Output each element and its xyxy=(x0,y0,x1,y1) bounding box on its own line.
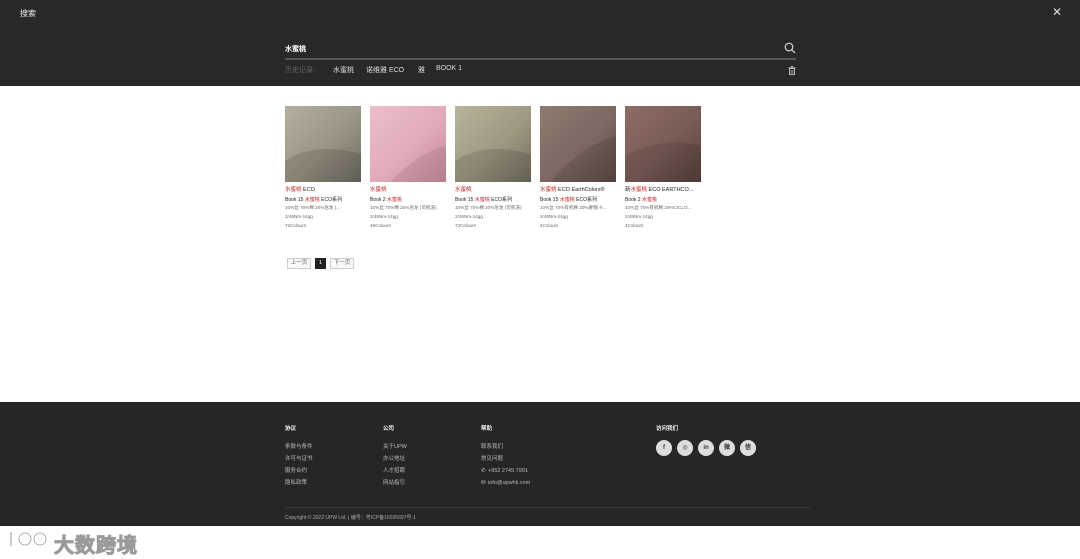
product-yarn-count: 2/48Nm-14gg xyxy=(455,214,483,219)
footer-link[interactable]: 网站指引 xyxy=(383,477,407,489)
product-composition: 10%丝 70%有机棉 20%奢锦 ®... xyxy=(540,205,607,210)
product-composition: 10%丝 70%棉 20%尼龙 (可机洗) xyxy=(370,205,437,210)
product-yarn-count: 2/48Nm-14gg xyxy=(370,214,398,219)
close-button[interactable]: ✕ xyxy=(1052,5,1062,19)
footer: 协议 条款与条件 许可与证书 服务合约 隐私政策 公司 关于UPW 办公地址 人… xyxy=(0,402,1080,526)
weibo-icon[interactable]: 微 xyxy=(719,440,735,456)
product-card[interactable]: 水蜜桃 Book 2 水蜜桃 10%丝 70%棉 20%尼龙 (可机洗) 2/4… xyxy=(370,106,446,230)
copyright: Copyright © 2022 UPW Ltd. | 编号：粤ICP备1603… xyxy=(285,515,416,521)
product-image[interactable] xyxy=(455,106,531,182)
prev-page-button[interactable]: 上一页 xyxy=(287,258,311,269)
instagram-icon[interactable]: ◎ xyxy=(677,440,693,456)
footer-heading: 帮助 xyxy=(481,426,493,432)
footer-link[interactable]: 隐私政策 xyxy=(285,477,313,489)
search-icon[interactable] xyxy=(784,42,796,54)
footer-link[interactable]: 联系我们 xyxy=(481,441,530,453)
footer-heading: 公司 xyxy=(383,426,395,432)
product-yarn-count: 2/48Nm-14gg xyxy=(625,214,653,219)
product-image[interactable] xyxy=(540,106,616,182)
product-name[interactable]: 水蜜桃 ECO xyxy=(285,185,361,193)
page-1-button[interactable]: 1 xyxy=(315,258,326,269)
product-name[interactable]: 新水蜜桃 ECO EARTHCO... xyxy=(625,185,701,193)
footer-column-help: 帮助 联系我们 常见问题 ✆ +852 2745 7991 ✉ info@upwhk… xyxy=(481,424,530,489)
wechat-icon[interactable]: 信 xyxy=(740,440,756,456)
product-image[interactable] xyxy=(370,106,446,182)
product-colours: 72Colours xyxy=(455,223,476,228)
product-book: Book 15 水蜜桃 ECO系列 xyxy=(285,197,342,203)
product-colours: 48Colours xyxy=(370,223,391,228)
product-yarn-count: 2/48Nm-14gg xyxy=(285,214,313,219)
search-input[interactable] xyxy=(285,42,765,56)
footer-link[interactable]: 条款与条件 xyxy=(285,441,313,453)
footer-column-company: 公司 关于UPW 办公地址 人才招聘 网站指引 xyxy=(383,424,407,489)
product-book: Book 15 水蜜桃 ECO系列 xyxy=(540,197,597,203)
footer-link[interactable]: 关于UPW xyxy=(383,441,407,453)
search-panel: 搜索 ✕ 历史记录: 水蜜桃 诺维雅 ECO 雅 BOOK 1 xyxy=(0,0,1080,86)
linkedin-icon[interactable]: in xyxy=(698,440,714,456)
facebook-icon[interactable]: f xyxy=(656,440,672,456)
history-item[interactable]: 雅 xyxy=(418,65,425,75)
product-composition: 10%丝 70%棉 20%尼龙 (可机洗) xyxy=(455,205,522,210)
product-name[interactable]: 水蜜桃 xyxy=(455,185,531,193)
footer-link[interactable]: 服务合约 xyxy=(285,465,313,477)
product-composition: 10%丝 70%棉 20%尼龙 (... xyxy=(285,205,341,210)
history-item[interactable]: BOOK 1 xyxy=(436,65,462,72)
history-label: 历史记录: xyxy=(285,67,315,74)
trash-icon[interactable] xyxy=(788,66,796,75)
footer-link[interactable]: 常见问题 xyxy=(481,453,530,465)
product-colours: 72Colours xyxy=(285,223,306,228)
footer-column-social: 访问我们 xyxy=(656,424,678,441)
product-card[interactable]: 水蜜桃 ECO Book 15 水蜜桃 ECO系列 10%丝 70%棉 20%尼… xyxy=(285,106,361,230)
footer-email[interactable]: ✉ info@upwhk.com xyxy=(481,477,530,489)
footer-column-agreements: 协议 条款与条件 许可与证书 服务合约 隐私政策 xyxy=(285,424,313,489)
product-card[interactable]: 水蜜桃 ECO EarthColors® Book 15 水蜜桃 ECO系列 1… xyxy=(540,106,616,230)
product-yarn-count: 2/48Nm-14gg xyxy=(540,214,568,219)
next-page-button[interactable]: 下一页 xyxy=(330,258,354,269)
search-history: 历史记录: 水蜜桃 诺维雅 ECO 雅 BOOK 1 xyxy=(285,65,796,77)
footer-phone[interactable]: ✆ +852 2745 7991 xyxy=(481,465,530,477)
product-colours: 4Colours xyxy=(625,223,644,228)
footer-divider xyxy=(285,507,810,508)
footer-heading: 协议 xyxy=(285,426,297,432)
history-item[interactable]: 诺维雅 ECO xyxy=(366,65,404,75)
phone-icon: ✆ xyxy=(481,468,486,474)
product-colours: 4Colours xyxy=(540,223,559,228)
product-book: Book 15 水蜜桃 ECO系列 xyxy=(455,197,512,203)
footer-link[interactable]: 人才招聘 xyxy=(383,465,407,477)
footer-heading: 访问我们 xyxy=(656,426,679,432)
mail-icon: ✉ xyxy=(481,480,486,486)
search-bar xyxy=(285,40,796,60)
footer-link[interactable]: 办公地址 xyxy=(383,453,407,465)
watermark-logo-icon xyxy=(9,530,48,548)
product-book: Book 2 水蜜桃 xyxy=(370,197,402,203)
product-image[interactable] xyxy=(285,106,361,182)
product-name[interactable]: 水蜜桃 xyxy=(370,185,446,193)
product-card[interactable]: 水蜜桃 Book 15 水蜜桃 ECO系列 10%丝 70%棉 20%尼龙 (可… xyxy=(455,106,531,230)
product-card[interactable]: 新水蜜桃 ECO EARTHCO... Book 2 水蜜桃 10%丝 70%有… xyxy=(625,106,701,230)
product-name[interactable]: 水蜜桃 ECO EarthColors® xyxy=(540,185,616,193)
panel-title: 搜索 xyxy=(20,9,36,18)
product-book: Book 2 水蜜桃 xyxy=(625,197,657,203)
watermark-text: 大数跨境 xyxy=(54,535,138,558)
product-composition: 10%丝 70%有机棉 20%CICLO... xyxy=(625,205,692,210)
history-item[interactable]: 水蜜桃 xyxy=(333,65,354,75)
product-image[interactable] xyxy=(625,106,701,182)
footer-link[interactable]: 许可与证书 xyxy=(285,453,313,465)
